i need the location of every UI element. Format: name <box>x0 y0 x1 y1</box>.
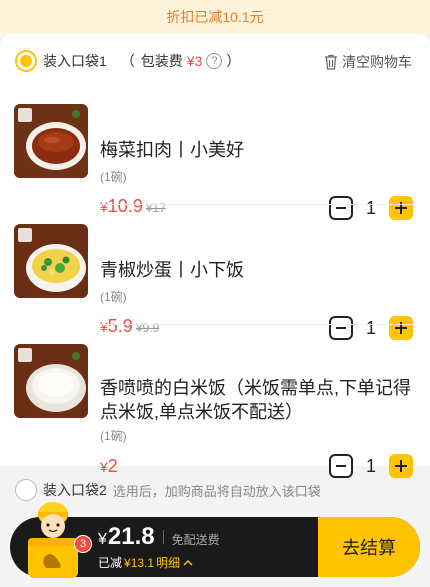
separator <box>162 530 164 544</box>
packing-fee-label: 包装费 <box>140 53 183 69</box>
clear-cart-label: 清空购物车 <box>342 54 412 70</box>
total-row: ¥ 21.8 免配送费 <box>98 523 220 551</box>
increase-button[interactable] <box>389 196 413 220</box>
food-image-pepper-egg[interactable] <box>14 224 88 298</box>
total-currency: ¥ <box>98 531 107 548</box>
saved-row[interactable]: 已减 ¥13.1 明细 <box>98 554 193 571</box>
item-unit: (1碗) <box>100 290 127 304</box>
bag1-label: 装入口袋1 <box>43 53 107 69</box>
minus-icon <box>336 207 346 209</box>
quantity-stepper: 1 <box>329 316 413 340</box>
item-price: ¥ 5.9 ¥9.9 <box>100 316 159 337</box>
item-name: 梅菜扣肉丨小美好 <box>100 140 244 160</box>
price-value: 5.9 <box>107 316 133 336</box>
radio-dot-icon <box>20 55 32 67</box>
shipping-label: 免配送费 <box>171 533 220 547</box>
item-name: 香喷喷的白米饭（米饭需单点,下单记得点米饭,单点米饭不配送） <box>100 378 411 422</box>
quantity-stepper: 1 <box>329 196 413 220</box>
decrease-button[interactable] <box>329 316 353 340</box>
price-currency: ¥ <box>100 319 108 335</box>
cart-panel: 装入口袋1 （ 包装费 ¥3 ? ） 清空购物车 梅菜扣肉丨小美好 (1碗) ¥… <box>0 34 430 478</box>
cart-count-badge: 3 <box>74 535 92 553</box>
discount-text: 折扣已减10.1元 <box>166 9 264 25</box>
help-icon[interactable]: ? <box>206 53 223 69</box>
divider <box>100 204 414 205</box>
detail-label: 明细 <box>156 556 181 570</box>
paren-close: ） <box>226 53 241 69</box>
bag2-label: 装入口袋2 <box>43 482 107 498</box>
saved-amount: ¥13.1 <box>124 555 155 570</box>
bag1-radio[interactable] <box>15 50 37 72</box>
bag2-radio[interactable] <box>15 479 37 501</box>
item-unit: (1碗) <box>100 170 127 184</box>
chevron-up-icon <box>183 559 193 566</box>
checkout-button[interactable]: 去结算 <box>318 517 420 577</box>
food-image-rice[interactable] <box>14 344 88 418</box>
price-currency: ¥ <box>100 199 108 215</box>
paren-open: （ <box>120 53 135 69</box>
clear-cart-button[interactable]: 清空购物车 <box>324 52 412 72</box>
divider <box>100 324 414 325</box>
saved-label: 已减 <box>98 556 123 570</box>
bag1-header: 装入口袋1 （ 包装费 ¥3 ? ） 清空购物车 <box>0 44 430 78</box>
price-value: 10.9 <box>107 196 143 216</box>
trash-icon <box>325 54 337 70</box>
packing-fee-value: ¥3 <box>186 53 203 69</box>
quantity-value: 1 <box>365 197 376 218</box>
quantity-value: 1 <box>365 317 376 338</box>
minus-icon <box>336 327 346 329</box>
cart-item: 青椒炒蛋丨小下饭 (1碗) ¥ 5.9 ¥9.9 1 <box>0 218 430 340</box>
item-name: 青椒炒蛋丨小下饭 <box>100 260 244 280</box>
discount-banner: 折扣已减10.1元 <box>0 0 430 34</box>
cart-item: 梅菜扣肉丨小美好 (1碗) ¥ 10.9 ¥17 1 <box>0 98 430 220</box>
food-image-braised-pork[interactable] <box>14 104 88 178</box>
increase-button[interactable] <box>389 316 413 340</box>
total-amount: 21.8 <box>107 523 155 550</box>
decrease-button[interactable] <box>329 196 353 220</box>
item-unit: (1碗) <box>100 429 127 443</box>
cart-item: 香喷喷的白米饭（米饭需单点,下单记得点米饭,单点米饭不配送） (1碗) ¥ 2 … <box>0 338 430 478</box>
item-price: ¥ 10.9 ¥17 <box>100 196 166 217</box>
minus-icon <box>336 465 346 467</box>
bag2-hint: 选用后，加购商品将自动放入该口袋 <box>112 483 321 499</box>
